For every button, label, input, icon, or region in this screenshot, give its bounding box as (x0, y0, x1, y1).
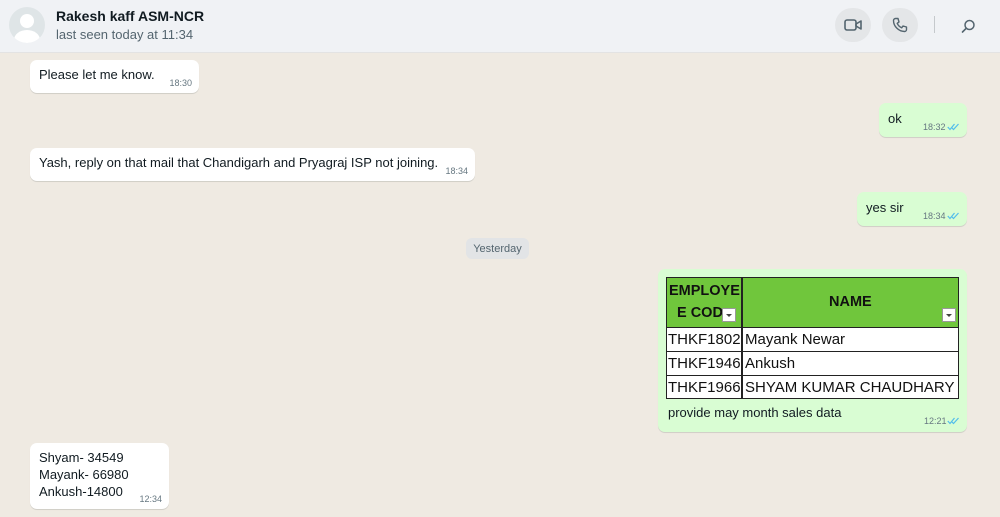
message-text: Yash, reply on that mail that Chandigarh… (39, 155, 439, 170)
message-time: 12:21 (924, 416, 947, 426)
table-cell: Mayank Newar (745, 331, 846, 348)
header-text: EMPLOYE (669, 283, 740, 299)
video-call-button[interactable] (835, 8, 871, 42)
message-bubble[interactable]: Please let me know. 18:30 (30, 60, 199, 93)
filter-dropdown-icon (942, 308, 956, 322)
message-bubble[interactable]: ok 18:32 (879, 103, 967, 137)
table-row: THKF1966 SHYAM KUMAR CHAUDHARY (667, 375, 958, 398)
voice-call-button[interactable] (882, 8, 918, 42)
message-text: ok (888, 111, 902, 126)
table-row: THKF1802 Mayank Newar (667, 327, 958, 351)
double-check-icon (947, 123, 959, 131)
message-time: 18:34 (923, 211, 946, 221)
avatar-head (20, 14, 34, 28)
table-header-cell: EMPLOYE E COD (667, 278, 741, 327)
message-line: Shyam- 34549 (39, 450, 124, 465)
header-text: E COD (677, 305, 723, 321)
message-bubble[interactable]: Yash, reply on that mail that Chandigarh… (30, 148, 475, 181)
date-divider: Yesterday (466, 238, 529, 259)
image-caption: provide may month sales data (668, 405, 842, 420)
double-check-icon (947, 417, 959, 425)
header-divider (934, 16, 935, 33)
contact-status: last seen today at 11:34 (56, 27, 194, 42)
message-bubble[interactable]: yes sir 18:34 (857, 192, 967, 226)
table-cell: Ankush (745, 355, 796, 372)
chat-area[interactable]: Please let me know. 18:30 ok 18:32 Yash,… (0, 53, 1000, 517)
search-icon (961, 19, 975, 33)
spreadsheet-image[interactable]: EMPLOYE E COD NAME THKF1802 Mayank Newar… (666, 277, 959, 399)
message-text: yes sir (866, 200, 904, 215)
table-row: THKF1946 Ankush (667, 351, 958, 375)
double-check-icon (947, 212, 959, 220)
table-cell: THKF1946 (668, 355, 741, 372)
header-text: NAME (829, 294, 872, 310)
video-call-icon (844, 19, 862, 31)
voice-call-icon (892, 17, 908, 33)
table-cell: THKF1802 (668, 331, 741, 348)
message-bubble[interactable]: Shyam- 34549 Mayank- 66980 Ankush-14800 … (30, 443, 169, 509)
table-header-cell: NAME (743, 278, 958, 327)
message-text: Please let me know. (39, 67, 155, 82)
chat-header: Rakesh kaff ASM-NCR last seen today at 1… (0, 0, 1000, 53)
table-cell: THKF1966 (668, 379, 741, 396)
search-button[interactable] (956, 14, 980, 38)
message-line: Ankush-14800 (39, 484, 123, 499)
contact-name[interactable]: Rakesh kaff ASM-NCR (56, 8, 204, 24)
message-time: 18:34 (445, 166, 468, 176)
message-time: 18:30 (169, 78, 192, 88)
message-time: 18:32 (923, 122, 946, 132)
table-cell: SHYAM KUMAR CHAUDHARY (745, 379, 955, 396)
message-time: 12:34 (139, 494, 162, 504)
filter-dropdown-icon (722, 308, 736, 322)
message-line: Mayank- 66980 (39, 467, 129, 482)
avatar-body (14, 30, 40, 43)
table-divider (741, 278, 743, 398)
avatar[interactable] (9, 7, 45, 43)
